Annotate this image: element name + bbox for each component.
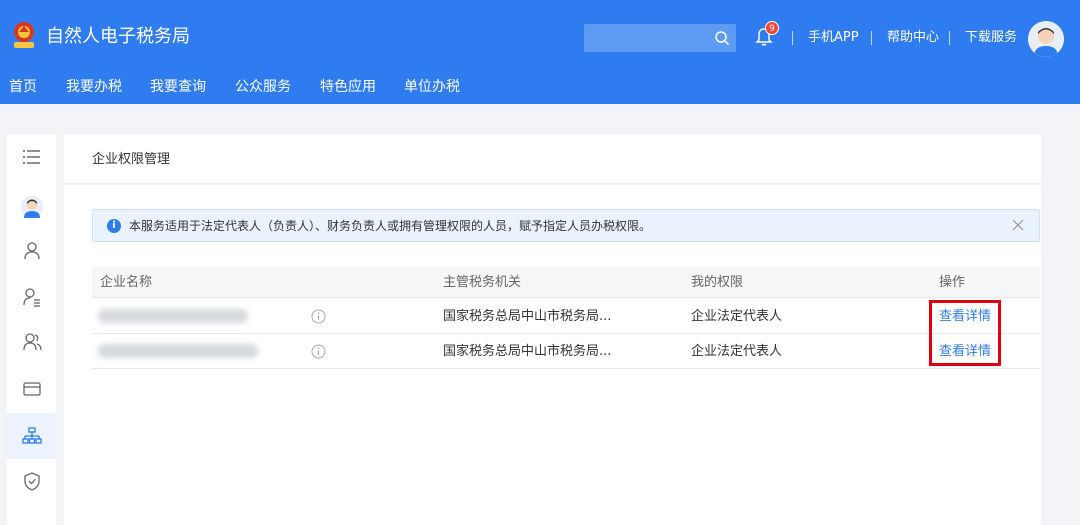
- page-header: 企业权限管理: [64, 134, 1041, 184]
- nav-home[interactable]: 首页: [9, 79, 37, 95]
- col-my-permission: 我的权限: [691, 275, 744, 290]
- enterprise-name-redacted: [98, 344, 258, 358]
- permission: 企业法定代表人: [691, 344, 783, 359]
- top-header: 自然人电子税务局 9 手机APP 帮助中心 下载服务 首页 我要办税 我要查询 …: [0, 0, 1080, 104]
- shield-icon[interactable]: [21, 470, 43, 492]
- app-title[interactable]: 自然人电子税务局: [46, 26, 190, 48]
- nav-do-tax[interactable]: 我要办税: [66, 79, 122, 95]
- tax-office: 国家税务总局中山市税务局...: [443, 344, 612, 359]
- notice-text: 本服务适用于法定代表人（负责人）、财务负责人或拥有管理权限的人员，赋予指定人员办…: [129, 219, 652, 233]
- page-title: 企业权限管理: [92, 152, 171, 167]
- col-tax-office: 主管税务机关: [443, 275, 522, 290]
- col-enterprise-name: 企业名称: [100, 275, 153, 290]
- info-circle-icon[interactable]: [311, 309, 326, 324]
- card-icon[interactable]: [21, 378, 43, 400]
- people-icon[interactable]: [21, 331, 43, 353]
- sidebar: [7, 134, 56, 525]
- tax-office: 国家税务总局中山市税务局...: [443, 309, 612, 324]
- col-action: 操作: [939, 275, 966, 290]
- person-list-icon[interactable]: [21, 286, 43, 308]
- table-header: 企业名称 主管税务机关 我的权限 操作: [92, 267, 1040, 298]
- divider: [871, 31, 872, 45]
- enterprise-name-redacted: [98, 309, 248, 323]
- avatar-icon[interactable]: [21, 196, 43, 218]
- nav-query[interactable]: 我要查询: [150, 79, 206, 95]
- search-icon[interactable]: [714, 30, 730, 46]
- tax-emblem-icon[interactable]: [10, 20, 38, 50]
- info-icon: i: [107, 219, 121, 233]
- notification-badge: 9: [765, 21, 779, 35]
- search-input[interactable]: [584, 24, 736, 52]
- main-content: i 本服务适用于法定代表人（负责人）、财务负责人或拥有管理权限的人员，赋予指定人…: [64, 185, 1041, 525]
- divider: [792, 31, 793, 45]
- table-row: 国家税务总局中山市税务局... 企业法定代表人 查看详情: [92, 299, 1040, 334]
- info-notice: i 本服务适用于法定代表人（负责人）、财务负责人或拥有管理权限的人员，赋予指定人…: [92, 209, 1040, 242]
- person-icon[interactable]: [21, 240, 43, 262]
- info-circle-icon[interactable]: [311, 344, 326, 359]
- highlight-box: [929, 300, 1001, 366]
- close-icon[interactable]: [1011, 218, 1025, 232]
- nav-unit-tax[interactable]: 单位办税: [404, 79, 460, 95]
- user-avatar[interactable]: [1028, 21, 1064, 57]
- download-service-link[interactable]: 下载服务: [965, 30, 1017, 46]
- menu-icon[interactable]: [21, 146, 43, 168]
- nav-public-service[interactable]: 公众服务: [235, 79, 291, 95]
- table-row: 国家税务总局中山市税务局... 企业法定代表人 查看详情: [92, 334, 1040, 369]
- org-chart-icon[interactable]: [21, 425, 43, 447]
- avatar-icon: [1028, 21, 1064, 57]
- divider: [949, 31, 950, 45]
- permission: 企业法定代表人: [691, 309, 783, 324]
- nav-special-apps[interactable]: 特色应用: [320, 79, 376, 95]
- mobile-app-link[interactable]: 手机APP: [808, 30, 859, 46]
- help-center-link[interactable]: 帮助中心: [887, 30, 939, 46]
